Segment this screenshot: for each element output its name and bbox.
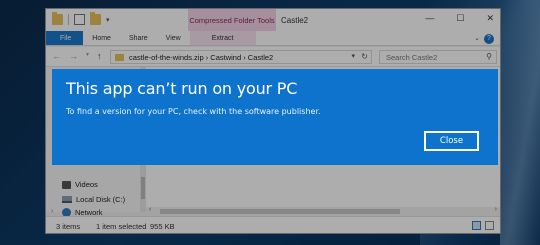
- dialog-message: To find a version for your PC, check wit…: [66, 107, 321, 116]
- close-button[interactable]: Close: [424, 131, 479, 151]
- dialog-title: This app can’t run on your PC: [66, 79, 298, 98]
- error-dialog: This app can’t run on your PC To find a …: [52, 69, 498, 165]
